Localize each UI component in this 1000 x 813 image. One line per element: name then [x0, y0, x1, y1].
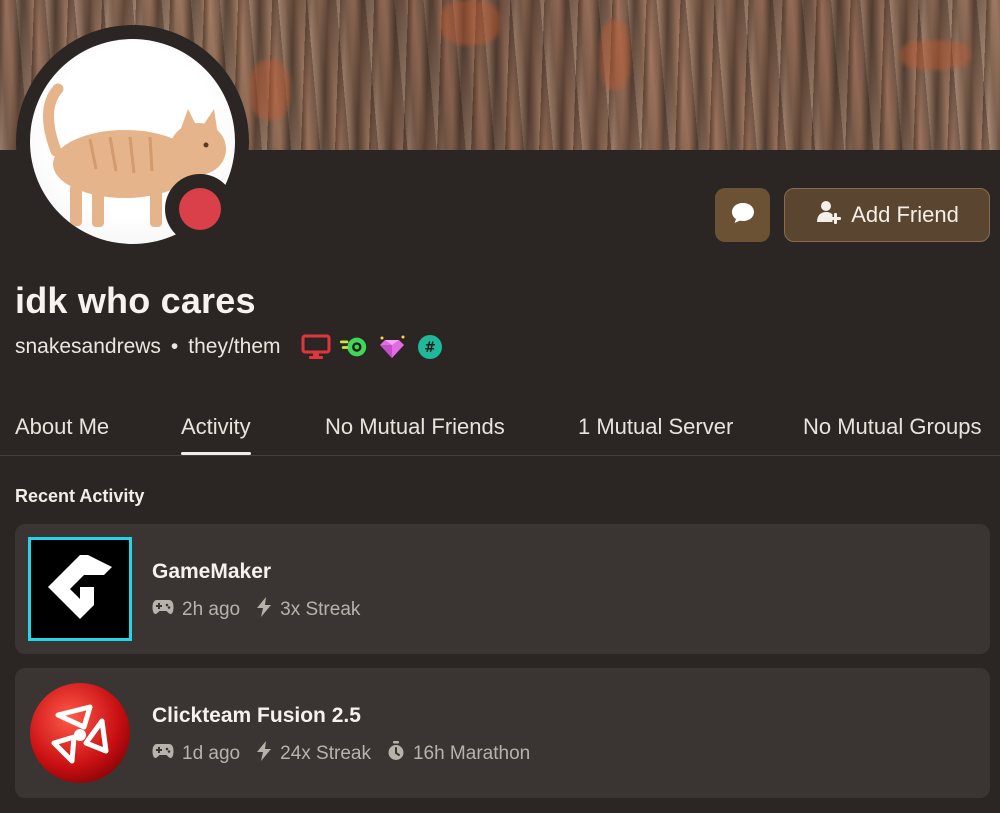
gem-icon[interactable] — [377, 333, 407, 361]
tab-about-me[interactable]: About Me — [15, 414, 109, 440]
lightning-icon — [256, 741, 272, 767]
hashtag-icon[interactable]: # — [415, 333, 445, 361]
tab-mutual-groups[interactable]: No Mutual Groups — [803, 414, 982, 440]
activity-meta: 1d ago 24x Streak 16h Marathon — [152, 741, 540, 767]
recent-activity-heading: Recent Activity — [15, 486, 145, 506]
activity-meta: 2h ago 3x Streak — [152, 597, 370, 623]
lightning-icon — [256, 597, 272, 623]
activity-name: Clickteam Fusion 2.5 — [152, 704, 361, 727]
add-friend-label: Add Friend — [851, 202, 959, 227]
status-indicator — [165, 174, 235, 244]
activity-marathon: 16h Marathon — [412, 743, 531, 764]
stopwatch-icon — [387, 741, 405, 767]
activity-card[interactable]: GameMaker 2h ago 3x Streak — [15, 524, 990, 654]
display-name: idk who cares — [15, 280, 256, 321]
badge-row: # — [301, 333, 445, 361]
gamepad-icon — [152, 743, 174, 765]
tab-mutual-friends[interactable]: No Mutual Friends — [325, 414, 505, 440]
activity-time: 2h ago — [182, 599, 241, 620]
add-user-icon — [815, 198, 843, 232]
username: snakesandrews — [15, 335, 161, 358]
message-button[interactable] — [715, 188, 770, 242]
svg-text:#: # — [424, 340, 436, 356]
activity-name: GameMaker — [152, 560, 272, 583]
activity-card[interactable]: Clickteam Fusion 2.5 1d ago 24x Streak 1… — [15, 668, 990, 798]
clickteam-logo — [28, 681, 132, 785]
gamemaker-logo — [28, 537, 132, 641]
status-dnd-dot — [179, 188, 221, 230]
tab-mutual-servers[interactable]: 1 Mutual Server — [578, 414, 733, 440]
gamepad-icon — [152, 599, 174, 621]
avatar[interactable] — [16, 25, 249, 258]
activity-streak: 24x Streak — [280, 743, 371, 764]
pronouns: they/them — [188, 335, 281, 358]
chat-bubble-icon — [730, 201, 756, 230]
add-friend-button[interactable]: Add Friend — [784, 188, 990, 242]
profile-tabs: About Me Activity No Mutual Friends 1 Mu… — [0, 410, 1000, 456]
activity-streak: 3x Streak — [280, 599, 361, 620]
profile-subtitle: snakesandrews • they/them # — [15, 333, 445, 361]
nitro-icon[interactable] — [339, 333, 369, 361]
tab-activity[interactable]: Activity — [181, 414, 251, 455]
activity-time: 1d ago — [182, 743, 241, 764]
separator-dot: • — [170, 335, 179, 358]
monitor-icon[interactable] — [301, 333, 331, 361]
